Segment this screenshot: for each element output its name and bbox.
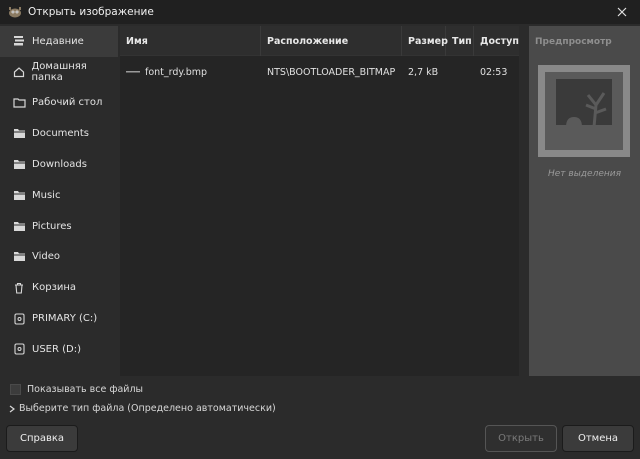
show-all-files-row: Показывать все файлы <box>10 384 143 395</box>
sidebar-item-recent[interactable]: Недавние <box>0 26 118 57</box>
close-button[interactable] <box>614 4 630 20</box>
file-name-cell: font_rdy.bmp <box>120 67 261 78</box>
show-all-files-label: Показывать все файлы <box>27 384 144 395</box>
filetype-expander[interactable]: Выберите тип файла (Определено автоматич… <box>9 403 276 414</box>
sidebar-item-label: Documents <box>32 128 90 140</box>
sidebar-item-home[interactable]: Домашняя папка <box>0 57 118 88</box>
sidebar-item-label: Music <box>32 189 61 201</box>
help-button[interactable]: Справка <box>6 425 78 452</box>
chevron-right-icon <box>9 404 17 414</box>
dialog-options: Показывать все файлы Выберите тип файла … <box>0 378 640 418</box>
gimp-icon <box>9 7 21 18</box>
folder-icon <box>12 250 26 264</box>
sidebar-item-trash[interactable]: Корзина <box>0 272 118 303</box>
preview-empty-text: Нет выделения <box>547 169 621 179</box>
sidebar-item-label: PRIMARY (C:) <box>32 313 98 325</box>
window-title: Открыть изображение <box>28 6 154 18</box>
folder-icon <box>12 96 26 110</box>
file-location: NTS\BOOTLOADER_BITMAP <box>267 66 396 78</box>
file-list-header: Имя Расположение Размер Тип Доступ <box>120 26 519 56</box>
trash-icon <box>12 281 26 295</box>
column-header-name[interactable]: Имя <box>120 26 261 56</box>
sidebar-item-drive-c[interactable]: PRIMARY (C:) <box>0 303 118 334</box>
recent-icon <box>12 34 26 48</box>
drive-icon <box>12 342 26 356</box>
folder-icon <box>12 219 26 233</box>
column-header-access[interactable]: Доступ <box>474 26 519 56</box>
show-all-files-checkbox[interactable] <box>10 384 21 395</box>
open-button[interactable]: Открыть <box>485 425 557 452</box>
title-bar: Открыть изображение <box>0 0 640 24</box>
folder-icon <box>12 127 26 141</box>
table-row[interactable]: font_rdy.bmp NTS\BOOTLOADER_BITMAP 2,7 k… <box>120 60 519 84</box>
places-sidebar: Недавние Домашняя папка Рабочий стол Doc… <box>0 26 118 376</box>
sidebar-item-drive-d[interactable]: USER (D:) <box>0 334 118 365</box>
sidebar-item-pictures[interactable]: Pictures <box>0 211 118 242</box>
folder-icon <box>12 188 26 202</box>
file-list: Имя Расположение Размер Тип Доступ font_… <box>120 26 519 376</box>
sidebar-item-label: USER (D:) <box>32 343 81 355</box>
sidebar-item-label: Downloads <box>32 159 87 171</box>
sidebar-item-label: Корзина <box>32 282 77 294</box>
column-header-size[interactable]: Размер <box>402 26 448 56</box>
image-placeholder-icon <box>545 72 623 150</box>
preview-title: Предпросмотр <box>535 37 612 47</box>
sidebar-item-label: Video <box>32 251 61 263</box>
sidebar-item-label: Рабочий стол <box>32 97 103 109</box>
file-icon <box>126 71 140 73</box>
column-header-location[interactable]: Расположение <box>261 26 402 56</box>
preview-thumbnail <box>538 65 630 157</box>
drive-icon <box>12 312 26 326</box>
preview-pane: Предпросмотр Нет выделения <box>529 26 640 376</box>
home-icon <box>12 65 25 79</box>
file-access-time: 02:53 <box>480 66 508 78</box>
sidebar-item-label: Недавние <box>32 35 84 47</box>
sidebar-item-desktop[interactable]: Рабочий стол <box>0 88 118 119</box>
file-size: 2,7 kB <box>408 66 439 78</box>
file-name: font_rdy.bmp <box>145 66 208 78</box>
folder-icon <box>12 158 26 172</box>
sidebar-item-label: Домашняя папка <box>31 61 87 84</box>
sidebar-item-video[interactable]: Video <box>0 242 118 273</box>
sidebar-item-music[interactable]: Music <box>0 180 118 211</box>
sidebar-item-downloads[interactable]: Downloads <box>0 149 118 180</box>
sidebar-item-documents[interactable]: Documents <box>0 118 118 149</box>
sidebar-item-label: Pictures <box>32 220 72 232</box>
column-header-type[interactable]: Тип <box>446 26 474 56</box>
cancel-button[interactable]: Отмена <box>562 425 634 452</box>
close-icon <box>617 7 627 17</box>
filetype-label: Выберите тип файла (Определено автоматич… <box>19 403 276 414</box>
